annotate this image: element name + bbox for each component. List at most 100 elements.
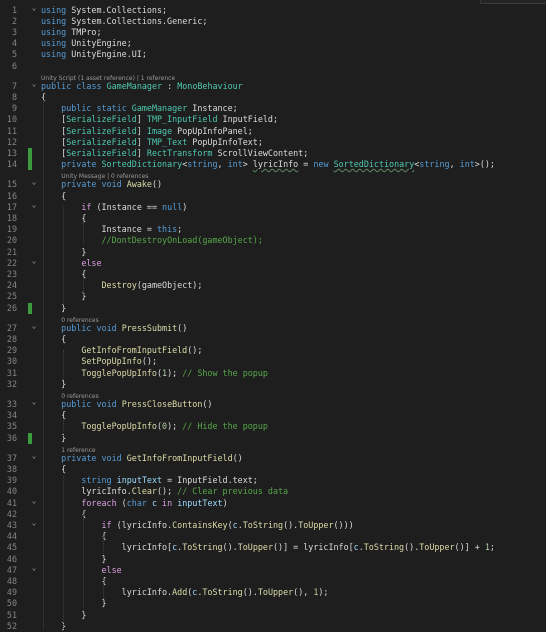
code-token: Image	[146, 125, 173, 136]
fold-chevron-icon[interactable]: ⌄	[30, 495, 38, 506]
code-token: [	[41, 125, 67, 136]
code-token: TMPro;	[66, 26, 102, 37]
code-line[interactable]: 3 using TMPro;	[0, 27, 546, 38]
code-line[interactable]: 33 ⌄ public void PressCloseButton()	[0, 396, 546, 410]
code-token: in	[162, 497, 173, 508]
line-number: 46	[6, 553, 17, 564]
code-token: (Instance ==	[91, 201, 163, 212]
line-number: 27	[6, 322, 17, 333]
code-line[interactable]: 10 [SerializeField] TMP_InputField Input…	[0, 114, 546, 125]
code-line[interactable]: 34 {	[0, 410, 546, 421]
code-line[interactable]: 24 Destroy(gameObject);	[0, 280, 546, 291]
fold-chevron-icon[interactable]: ⌄	[30, 78, 38, 89]
line-number: 48	[6, 575, 17, 586]
code-line[interactable]: 37 ⌄ private void GetInfoFromInputField()	[0, 450, 546, 464]
codelens-hint[interactable]: Unity Message | 0 references	[0, 170, 546, 180]
code-line[interactable]: 18 {	[0, 213, 546, 224]
code-token: ()] +	[454, 542, 485, 553]
code-line[interactable]: 27 ⌄ public void PressSubmit()	[0, 320, 546, 334]
code-line[interactable]: 1 ⌄ using System.Collections;	[0, 2, 546, 16]
codelens-hint[interactable]: 0 references	[0, 390, 546, 400]
codelens-hint[interactable]: Unity Script (1 asset reference) | 1 ref…	[0, 72, 546, 82]
code-line[interactable]: 35 TogglePopUpInfo(0); // Hide the popup	[0, 421, 546, 432]
code-line[interactable]: 28 {	[0, 334, 546, 345]
code-line[interactable]: 21 }	[0, 247, 546, 258]
code-line[interactable]: 13 [SerializeField] RectTransform Scroll…	[0, 147, 546, 160]
fold-chevron-icon[interactable]: ⌄	[30, 562, 38, 573]
code-line[interactable]: 29 GetInfoFromInputField();	[0, 345, 546, 356]
code-line[interactable]: 5 using UnityEngine.UI;	[0, 49, 546, 60]
code-line[interactable]: 16 {	[0, 191, 546, 202]
line-number: 24	[6, 280, 17, 291]
code-line[interactable]: 32 }	[0, 379, 546, 390]
code-text: public static GameManager Instance;	[41, 103, 238, 114]
code-line[interactable]: 40 lyricInfo.Clear(); // Clear previous …	[0, 486, 546, 497]
fold-chevron-icon[interactable]: ⌄	[30, 450, 38, 461]
code-token: )	[182, 201, 188, 212]
code-line[interactable]: 8{	[0, 92, 546, 103]
code-text: [SerializeField] RectTransform ScrollVie…	[41, 148, 308, 159]
fold-chevron-icon[interactable]: ⌄	[30, 199, 38, 210]
code-line[interactable]: 12 [SerializeField] TMP_Text PopUpInfoTe…	[0, 137, 546, 148]
line-number: 42	[6, 508, 17, 519]
code-token: );	[167, 421, 183, 432]
code-line[interactable]: 45 lyricInfo[c.ToString().ToUpper()] = l…	[0, 542, 546, 553]
line-number: 35	[6, 421, 17, 432]
code-line[interactable]: 23 {	[0, 269, 546, 280]
code-token: )	[222, 497, 228, 508]
code-line[interactable]: 42 {	[0, 509, 546, 520]
code-line[interactable]: 20 //DontDestroyOnLoad(gameObject);	[0, 235, 546, 246]
codelens-hint[interactable]: 0 references	[0, 314, 546, 324]
code-line[interactable]: 39 string inputText = InputField.text;	[0, 475, 546, 486]
fold-chevron-icon[interactable]: ⌄	[30, 396, 38, 407]
code-line[interactable]: 2 using System.Collections.Generic;	[0, 16, 546, 27]
line-number: 40	[6, 486, 17, 497]
code-line[interactable]: 46 }	[0, 554, 546, 565]
fold-chevron-icon[interactable]: ⌄	[30, 320, 38, 331]
code-line[interactable]: 41 ⌄ foreach (char c in inputText)	[0, 495, 546, 509]
line-number: 41	[6, 497, 17, 508]
fold-chevron-icon[interactable]: ⌄	[30, 517, 38, 528]
code-text: [SerializeField] TMP_Text PopUpInfoText;	[41, 137, 263, 148]
code-line[interactable]: 50 }	[0, 598, 546, 609]
change-marker	[28, 159, 32, 171]
line-number: 47	[6, 564, 17, 575]
code-line[interactable]: 49 lyricInfo.Add(c.ToString().ToUpper(),…	[0, 587, 546, 598]
code-line[interactable]: 26 }	[0, 302, 546, 314]
code-token: RectTransform	[146, 147, 213, 158]
code-line[interactable]: 52 }	[0, 621, 546, 632]
code-line[interactable]: 30 SetPopUpInfo();	[0, 356, 546, 367]
fold-chevron-icon[interactable]: ⌄	[30, 176, 38, 187]
code-line[interactable]: 47 ⌄ else	[0, 562, 546, 576]
fold-chevron-icon[interactable]: ⌄	[30, 2, 38, 13]
code-line[interactable]: 31 TogglePopUpInfo(1); // Show the popup	[0, 368, 546, 379]
code-line[interactable]: 51 }	[0, 610, 546, 621]
code-line[interactable]: 38 {	[0, 464, 546, 475]
codelens-hint[interactable]: 1 reference	[0, 444, 546, 454]
code-line[interactable]: 4 using UnityEngine;	[0, 38, 546, 49]
code-token: ScrollViewContent;	[212, 147, 309, 158]
code-token: (lyricInfo.	[111, 519, 173, 530]
code-token: private	[61, 159, 97, 170]
indent-guide	[103, 580, 104, 599]
code-line[interactable]: 9 public static GameManager Instance;	[0, 103, 546, 114]
code-line[interactable]: 6	[0, 61, 546, 72]
code-line[interactable]: 44 {	[0, 531, 546, 542]
code-line[interactable]: 11 [SerializeField] Image PopUpInfoPanel…	[0, 126, 546, 137]
code-line[interactable]: 22 ⌄ else	[0, 255, 546, 269]
fold-chevron-icon[interactable]: ⌄	[30, 255, 38, 266]
code-line[interactable]: 36 }	[0, 432, 546, 444]
indent-guide	[63, 476, 64, 629]
code-line[interactable]: 15 ⌄ private void Awake()	[0, 176, 546, 190]
code-line[interactable]: 19 Instance = this;	[0, 224, 546, 235]
code-line[interactable]: 25 }	[0, 291, 546, 302]
code-line[interactable]: 48 {	[0, 576, 546, 587]
code-line[interactable]: 7 ⌄ public class GameManager : MonoBehavio…	[0, 78, 546, 92]
code-line[interactable]: 14 private SortedDictionary<string, int>…	[0, 159, 546, 171]
code-line[interactable]: 17 ⌄ if (Instance == null)	[0, 199, 546, 213]
code-editor[interactable]: 1 ⌄ using System.Collections; 2 using System…	[0, 0, 546, 632]
code-line[interactable]: 43 ⌄ if (lyricInfo.ContainsKey(c.ToString…	[0, 517, 546, 531]
